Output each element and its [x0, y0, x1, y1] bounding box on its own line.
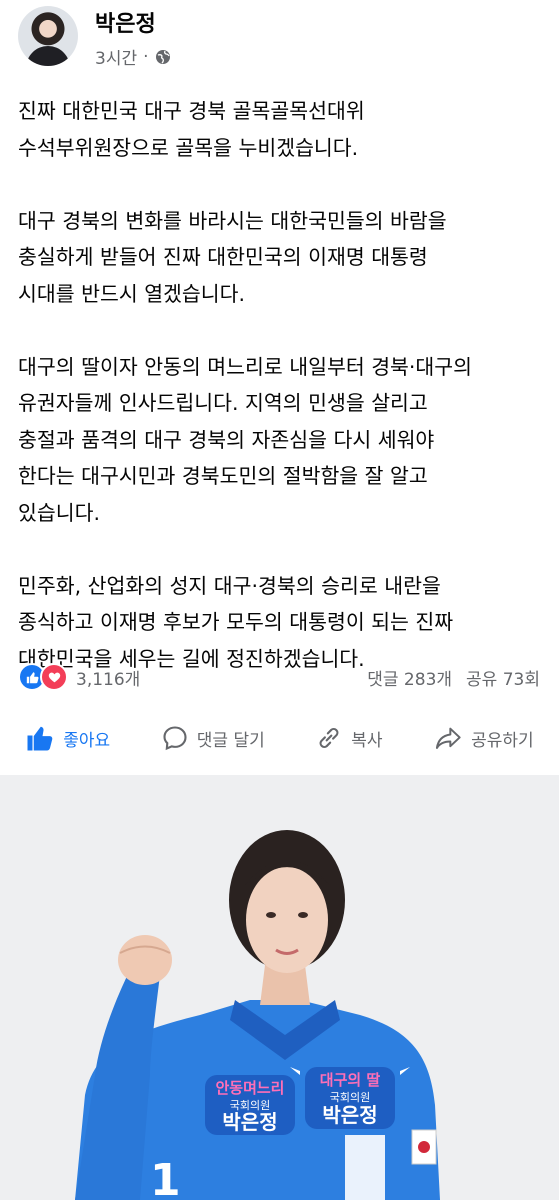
- post-body: 진짜 대한민국 대구 경북 골목골목선대위 수석부위원장으로 골목을 누비겠습니…: [18, 93, 548, 714]
- link-icon: [319, 728, 339, 748]
- reaction-summary[interactable]: 3,116개: [18, 663, 140, 691]
- post-paragraph: 대구 경북의 변화를 바라시는 대한국민들의 바람을 충실하게 받들어 진짜 대…: [18, 208, 447, 306]
- globe-icon: [155, 49, 170, 64]
- post-time[interactable]: 3시간: [95, 44, 137, 69]
- comment-label: 댓글 달기: [196, 730, 265, 751]
- post-paragraph: 대구의 딸이자 안동의 며느리로 내일부터 경북·대구의 유권자들께 인사드립니…: [18, 354, 473, 525]
- post-header: 박은정 3시간 ·: [0, 0, 559, 80]
- reaction-stats: 3,116개 댓글 283개 공유 73회: [18, 660, 540, 694]
- share-count[interactable]: 공유 73회: [466, 665, 540, 690]
- avatar[interactable]: [18, 6, 78, 66]
- heart-reaction-icon: [40, 663, 68, 691]
- sign-left-line3: 박은정: [222, 1110, 277, 1134]
- candidate-photo: 안동며느리 국회의원 박은정 대구의 딸 국회의원 박은정 1: [0, 775, 559, 1200]
- reaction-count: 3,116개: [76, 669, 141, 690]
- jacket-number: 1: [150, 1155, 181, 1200]
- like-button[interactable]: 좋아요: [25, 723, 110, 753]
- comment-count[interactable]: 댓글 283개: [367, 665, 452, 690]
- copy-button[interactable]: 복사: [315, 724, 383, 752]
- post-paragraph: 진짜 대한민국 대구 경북 골목골목선대위 수석부위원장으로 골목을 누비겠습니…: [18, 99, 365, 160]
- meta-separator: ·: [143, 46, 149, 67]
- post-photo[interactable]: 안동며느리 국회의원 박은정 대구의 딸 국회의원 박은정 1: [0, 775, 559, 1200]
- comment-icon: [163, 726, 187, 751]
- author-name[interactable]: 박은정: [95, 6, 156, 38]
- sign-left-line1: 안동며느리: [215, 1079, 284, 1097]
- post-meta: 3시간 ·: [95, 44, 171, 69]
- copy-label: 복사: [351, 730, 383, 751]
- sign-right-line3: 박은정: [322, 1103, 377, 1127]
- share-label: 공유하기: [471, 730, 534, 751]
- share-button[interactable]: 공유하기: [433, 724, 534, 752]
- comment-button[interactable]: 댓글 달기: [161, 724, 265, 752]
- like-label: 좋아요: [63, 730, 111, 751]
- thumbs-up-icon: [27, 726, 53, 751]
- share-arrow-icon: [436, 727, 461, 749]
- sign-right-line1: 대구의 딸: [320, 1071, 381, 1089]
- action-bar: 좋아요 댓글 달기 복사 공유하기: [0, 714, 559, 762]
